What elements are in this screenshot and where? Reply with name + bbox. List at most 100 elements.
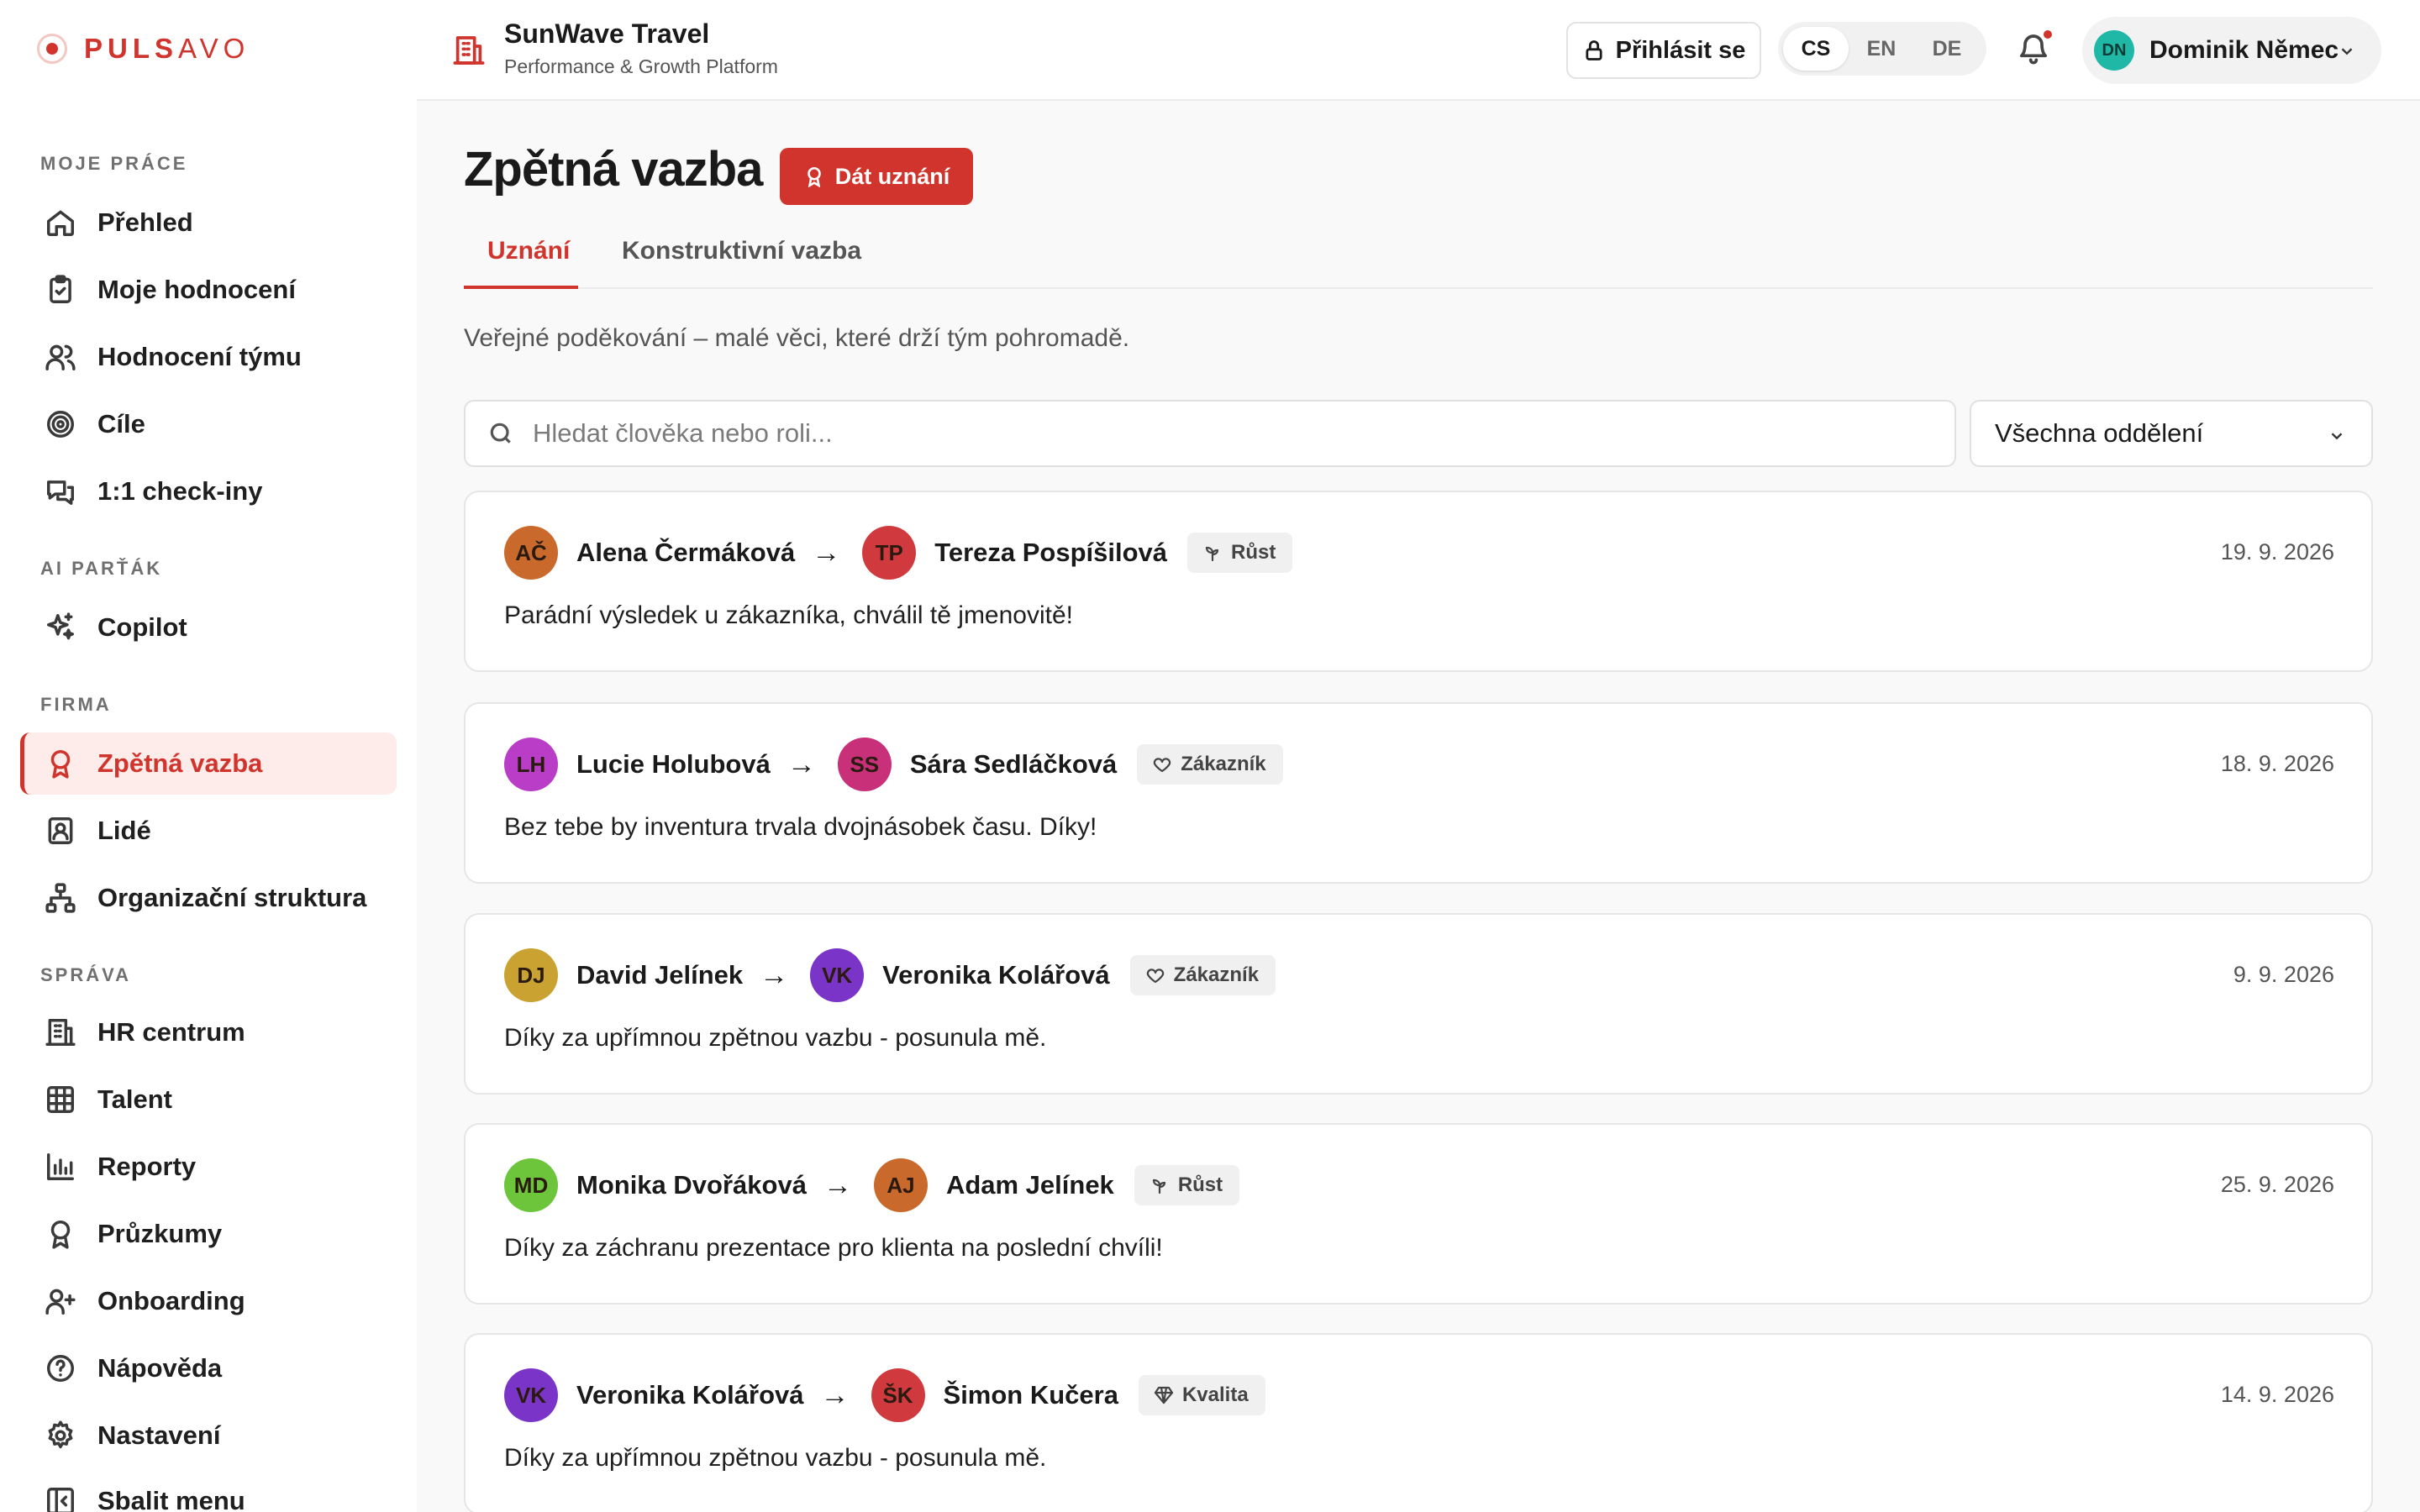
user-menu[interactable]: DN Dominik Němec	[2082, 17, 2381, 84]
card-header: VK Veronika Kolářová → ŠK Šimon Kučera K…	[504, 1368, 1265, 1422]
gear-icon	[44, 1419, 77, 1452]
feedback-tabs: Uznání Konstruktivní vazba	[464, 228, 2373, 289]
avatar: VK	[810, 948, 865, 1002]
avatar: AČ	[504, 526, 558, 580]
card-header: DJ David Jelínek → VK Veronika Kolářová …	[504, 948, 1276, 1002]
nav-section-ai: AI PARŤÁK	[40, 558, 163, 579]
sidebar-item-copilot[interactable]: Copilot	[20, 596, 397, 659]
sidebar: PULSAVO MOJE PRÁCE Přehled Moje hodnocen…	[0, 0, 417, 1512]
arrow-right-icon: →	[820, 1378, 850, 1411]
sender-name[interactable]: Veronika Kolářová	[576, 1380, 804, 1410]
search-icon	[490, 423, 511, 444]
card-message: Díky za záchranu prezentace pro klienta …	[504, 1234, 1163, 1262]
card-date: 25. 9. 2026	[2220, 1172, 2334, 1197]
tab-recognition[interactable]: Uznání	[464, 237, 578, 289]
id-badge-icon	[44, 814, 77, 848]
chevron-down-icon	[2341, 48, 2353, 55]
sprout-icon	[1152, 1179, 1165, 1194]
recipient-name[interactable]: Adam Jelínek	[946, 1170, 1114, 1200]
recognition-card[interactable]: MD Monika Dvořáková → AJ Adam Jelínek Rů…	[464, 1123, 2373, 1305]
sidebar-item-checkins[interactable]: 1:1 check-iny	[20, 460, 397, 522]
nav-section-admin: SPRÁVA	[40, 964, 132, 985]
sidebar-item-label: Přehled	[97, 207, 193, 237]
sparkles-icon	[44, 611, 77, 644]
avatar: ŠK	[871, 1368, 925, 1422]
sidebar-item-label: Reporty	[97, 1152, 197, 1181]
sender-name[interactable]: Lucie Holubová	[576, 749, 771, 780]
sidebar-item-people[interactable]: Lidé	[20, 800, 397, 862]
recipient-name[interactable]: Šimon Kučera	[944, 1380, 1118, 1410]
sidebar-item-hr-center[interactable]: HR centrum	[20, 1001, 397, 1063]
card-date: 9. 9. 2026	[2233, 962, 2334, 987]
recognition-card[interactable]: VK Veronika Kolářová → ŠK Šimon Kučera K…	[464, 1333, 2373, 1512]
sidebar-item-reports[interactable]: Reporty	[20, 1136, 397, 1198]
sidebar-collapse-icon	[44, 1484, 77, 1512]
notifications-button[interactable]	[2017, 29, 2054, 69]
card-header: AČ Alena Čermáková → TP Tereza Pospíšilo…	[504, 526, 1293, 580]
sidebar-item-goals[interactable]: Cíle	[20, 393, 397, 455]
recognition-card[interactable]: AČ Alena Čermáková → TP Tereza Pospíšilo…	[464, 491, 2373, 672]
lang-option-cs[interactable]: CS	[1783, 27, 1849, 71]
recipient-name[interactable]: Veronika Kolářová	[882, 960, 1110, 990]
sidebar-item-team-reviews[interactable]: Hodnocení týmu	[20, 326, 397, 388]
lang-option-en[interactable]: EN	[1849, 27, 1914, 71]
sidebar-item-onboarding[interactable]: Onboarding	[20, 1270, 397, 1332]
login-button[interactable]: Přihlásit se	[1566, 22, 1761, 79]
card-header: LH Lucie Holubová → SS Sára Sedláčková Z…	[504, 738, 1283, 791]
search-input[interactable]	[533, 418, 1877, 449]
sender-name[interactable]: David Jelínek	[576, 960, 743, 990]
lang-option-de[interactable]: DE	[1914, 27, 1980, 71]
sidebar-item-overview[interactable]: Přehled	[20, 192, 397, 254]
card-message: Bez tebe by inventura trvala dvojnásobek…	[504, 813, 1097, 841]
recognition-card[interactable]: DJ David Jelínek → VK Veronika Kolářová …	[464, 913, 2373, 1095]
building-icon	[44, 1016, 77, 1049]
sender-name[interactable]: Alena Čermáková	[576, 538, 795, 568]
heart-icon	[1146, 969, 1164, 984]
sidebar-item-settings[interactable]: Nastavení	[20, 1404, 397, 1467]
card-message: Parádní výsledek u zákazníka, chválil tě…	[504, 601, 1074, 629]
sidebar-item-feedback[interactable]: Zpětná vazba	[20, 732, 397, 795]
sidebar-item-talent[interactable]: Talent	[20, 1068, 397, 1131]
value-tag: Růst	[1134, 1165, 1240, 1205]
sidebar-item-org-structure[interactable]: Organizační struktura	[20, 867, 397, 929]
sidebar-item-label: HR centrum	[97, 1017, 245, 1047]
value-tag-label: Růst	[1231, 541, 1276, 564]
org-chart-icon	[44, 881, 77, 915]
chat-icon	[44, 475, 77, 508]
company-name: SunWave Travel	[504, 18, 710, 49]
card-date: 14. 9. 2026	[2220, 1382, 2334, 1407]
recipient-name[interactable]: Tereza Pospíšilová	[934, 538, 1167, 568]
top-header: SunWave Travel Performance & Growth Plat…	[417, 0, 2420, 101]
collapse-menu-label: Sbalit menu	[97, 1486, 245, 1512]
grid-icon	[44, 1083, 77, 1116]
give-recognition-button[interactable]: Dát uznání	[780, 148, 973, 205]
target-icon	[44, 407, 77, 441]
sender-name[interactable]: Monika Dvořáková	[576, 1170, 807, 1200]
card-date: 19. 9. 2026	[2220, 539, 2334, 564]
value-tag: Růst	[1187, 533, 1293, 573]
sidebar-item-label: Nápověda	[97, 1353, 223, 1383]
department-select[interactable]: Všechna oddělení	[1970, 400, 2373, 467]
value-tag-label: Kvalita	[1181, 1383, 1249, 1406]
heart-icon	[1154, 758, 1171, 773]
award-icon	[807, 166, 821, 187]
user-name: Dominik Němec	[2149, 36, 2339, 64]
nav-section-my-work: MOJE PRÁCE	[40, 153, 188, 174]
value-tag: Kvalita	[1138, 1375, 1265, 1415]
brand-logo[interactable]: PULSAVO	[37, 32, 250, 66]
sidebar-item-my-reviews[interactable]: Moje hodnocení	[20, 259, 397, 321]
award-icon	[44, 747, 77, 780]
tab-constructive-feedback[interactable]: Konstruktivní vazba	[622, 237, 861, 289]
sidebar-item-label: Hodnocení týmu	[97, 342, 302, 371]
card-date: 18. 9. 2026	[2220, 751, 2334, 776]
value-tag-label: Růst	[1177, 1173, 1223, 1196]
search-box	[464, 400, 1956, 467]
recognition-card[interactable]: LH Lucie Holubová → SS Sára Sedláčková Z…	[464, 702, 2373, 884]
value-tag: Zákazník	[1137, 744, 1283, 785]
sidebar-item-surveys[interactable]: Průzkumy	[20, 1203, 397, 1265]
brand-name: PULSAVO	[84, 33, 250, 64]
collapse-menu-button[interactable]: Sbalit menu	[20, 1470, 397, 1512]
recipient-name[interactable]: Sára Sedláčková	[910, 749, 1117, 780]
arrow-right-icon: →	[812, 536, 841, 569]
sidebar-item-help[interactable]: Nápověda	[20, 1337, 397, 1399]
